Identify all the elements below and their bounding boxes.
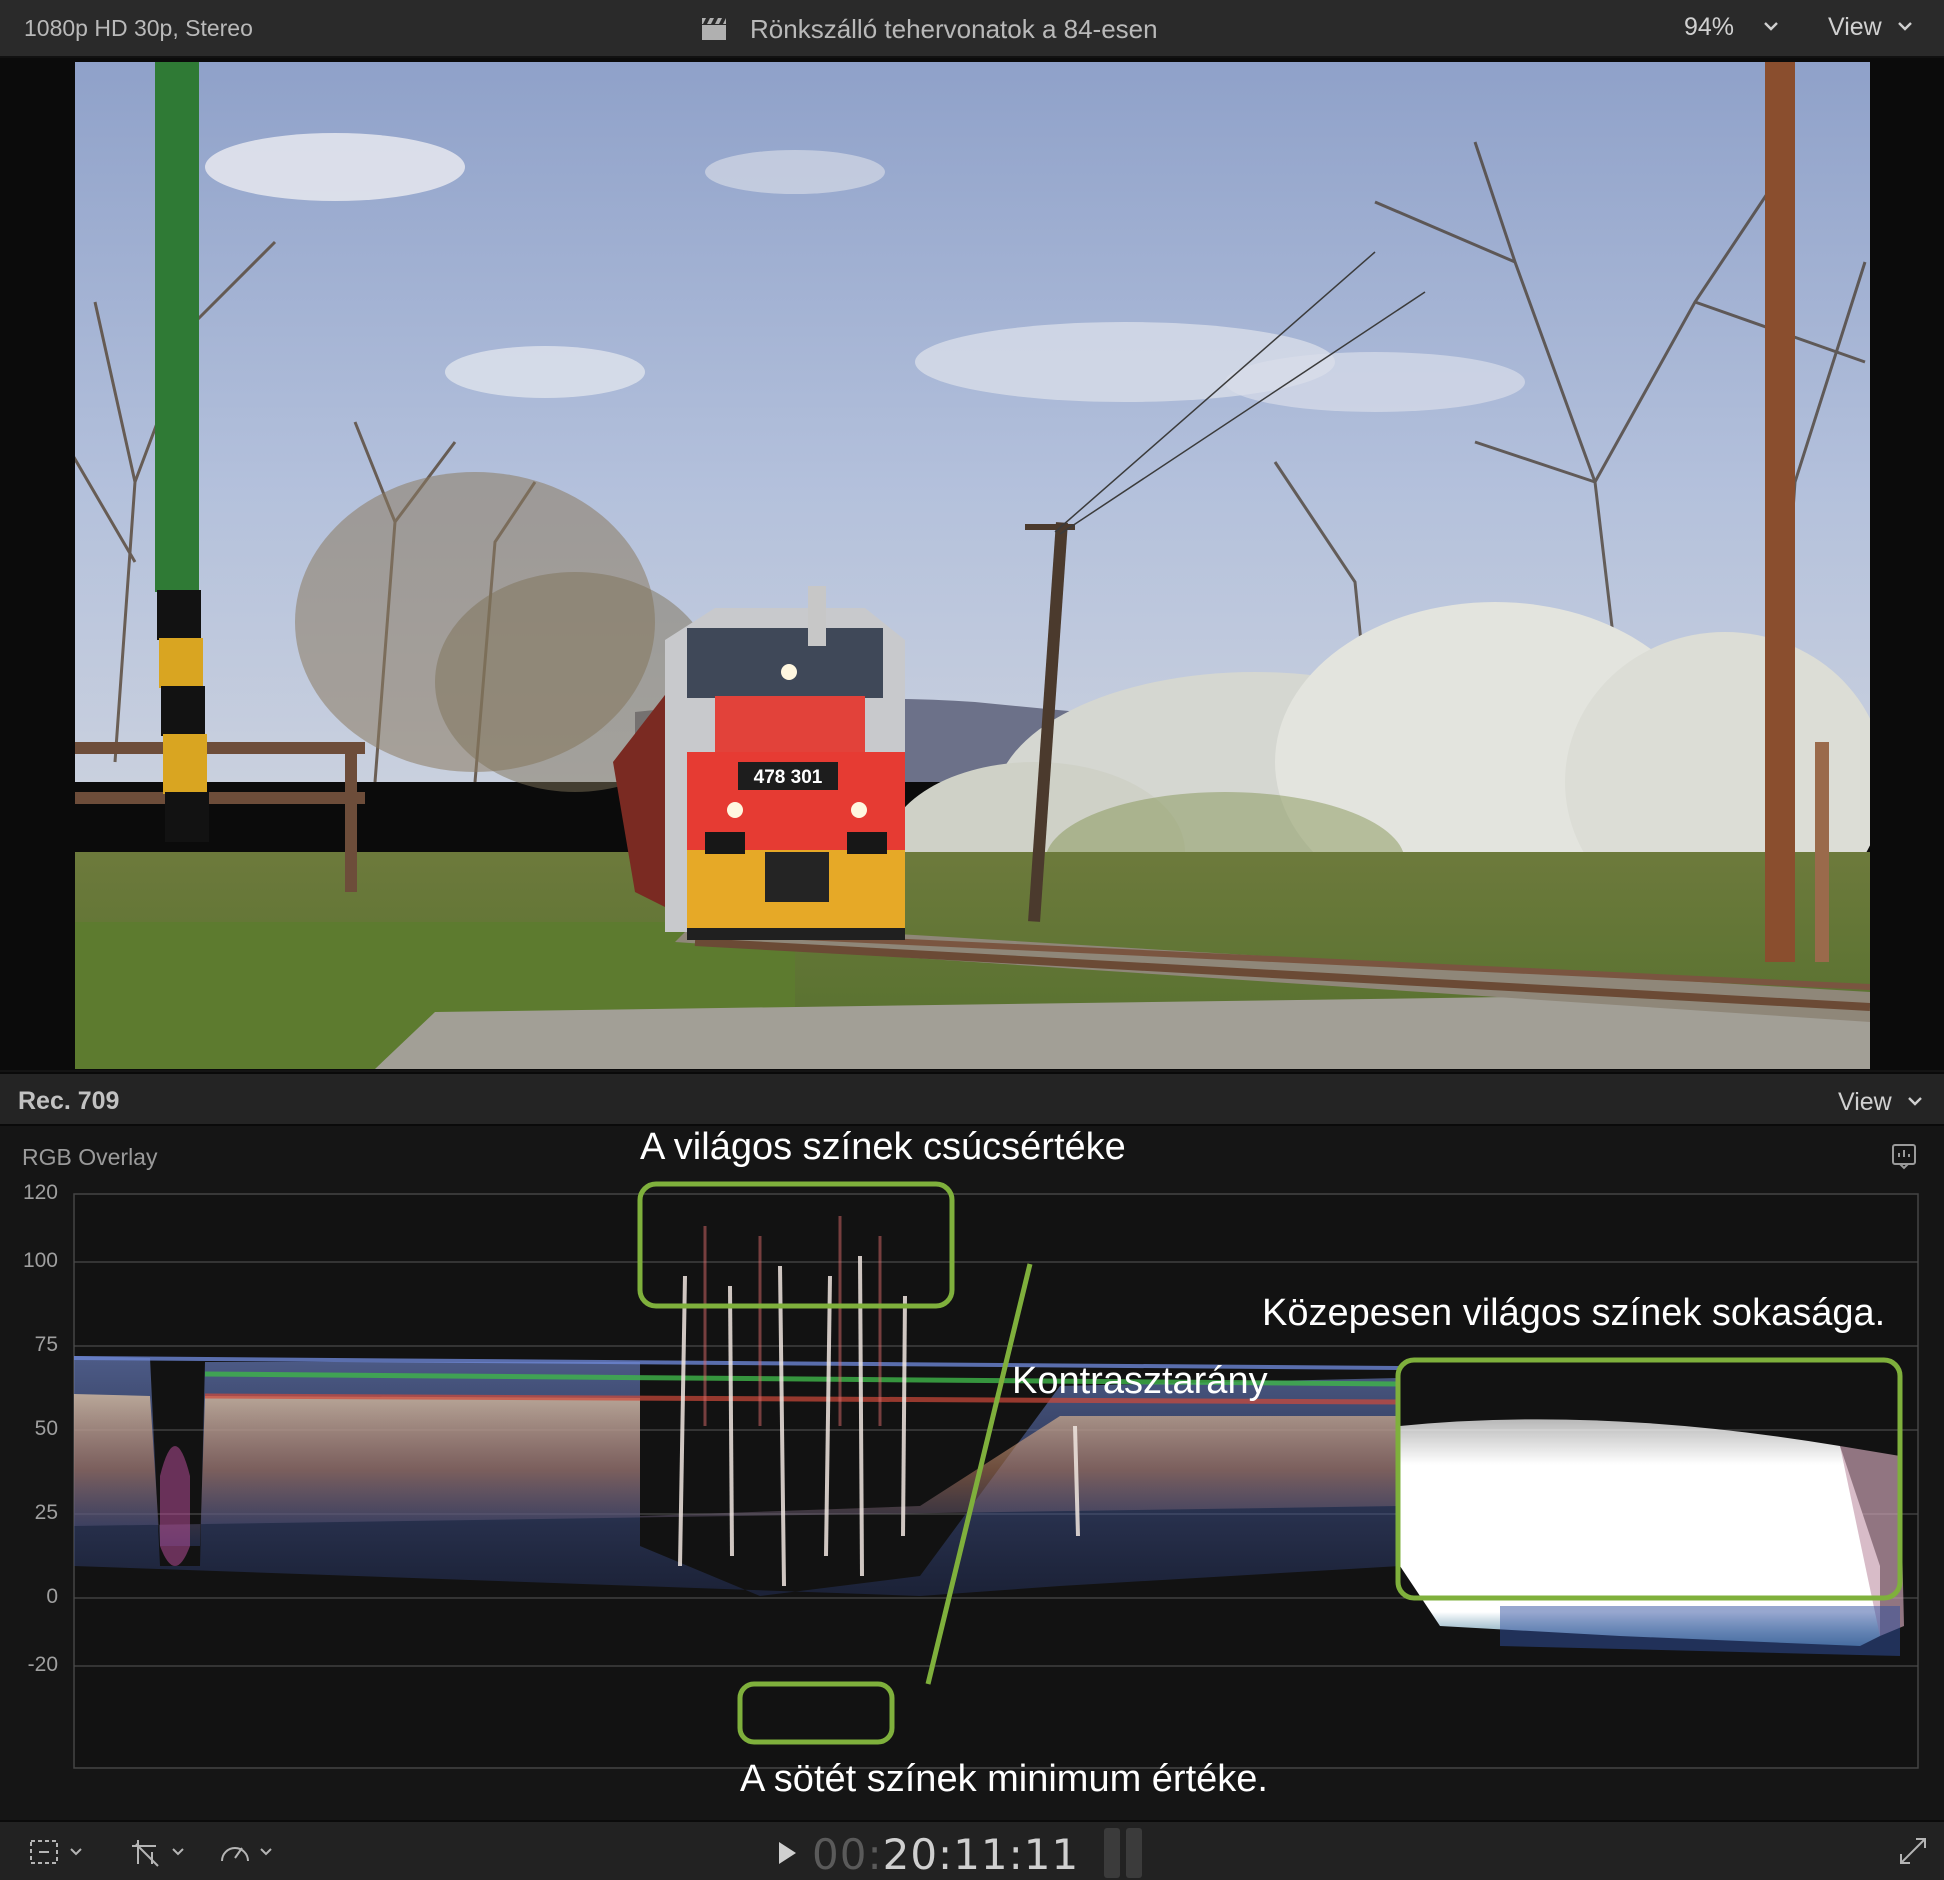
transform-crop-icon — [132, 1840, 159, 1867]
scale-label: 120 — [22, 1181, 58, 1204]
play-icon[interactable] — [776, 1840, 798, 1866]
chevron-down-icon — [70, 1848, 82, 1856]
chevron-down-icon[interactable] — [1896, 13, 1914, 41]
chevron-down-icon — [172, 1848, 184, 1856]
timecode-display[interactable]: 00:20:11:11 — [812, 1830, 1079, 1879]
annotation-midtones: Közepesen világos színek sokasága. — [1262, 1292, 1886, 1334]
train-scene-image: 478 301 — [75, 62, 1870, 1069]
transport-bar: 00:20:11:11 — [0, 1820, 1944, 1880]
waveform-scope: RGB Overlay 120 100 75 50 25 0 -20 A vil… — [0, 1126, 1944, 1820]
viewer-header: 1080p HD 30p, Stereo Rönkszálló tehervon… — [0, 0, 1944, 58]
timecode-hours: 00: — [812, 1830, 883, 1879]
chevron-down-icon — [260, 1848, 272, 1856]
locomotive: 478 301 — [665, 586, 905, 940]
clip-title-group: Rönkszálló tehervonatok a 84-esen — [700, 12, 1158, 46]
scale-label: 25 — [34, 1501, 58, 1524]
scale-label: 0 — [46, 1585, 58, 1608]
chevron-down-icon[interactable] — [1762, 13, 1780, 41]
fullscreen-icon[interactable] — [1898, 1836, 1928, 1866]
video-format-label: 1080p HD 30p, Stereo — [24, 15, 253, 41]
transform-tool-button[interactable] — [128, 1836, 186, 1868]
clapperboard-icon — [702, 18, 726, 40]
chevron-down-icon[interactable] — [1906, 1088, 1924, 1116]
frame-select-icon — [30, 1840, 58, 1864]
scope-view-menu[interactable]: View — [1838, 1088, 1892, 1117]
scale-label: 100 — [22, 1249, 58, 1272]
annotation-contrast: Kontrasztarány — [1012, 1360, 1268, 1402]
scale-label: -20 — [27, 1653, 58, 1676]
scope-settings-icon[interactable] — [1890, 1142, 1918, 1170]
locomotive-number: 478 301 — [754, 767, 823, 788]
audio-meter — [1104, 1828, 1148, 1878]
view-options-button[interactable] — [28, 1836, 84, 1868]
speedometer-icon — [221, 1847, 249, 1862]
scope-header: Rec. 709 View — [0, 1072, 1944, 1126]
video-frame[interactable]: 478 301 — [75, 62, 1870, 1069]
scope-mode-label: RGB Overlay — [22, 1144, 158, 1170]
clip-title: Rönkszálló tehervonatok a 84-esen — [750, 13, 1158, 44]
timecode-value: 20:11:11 — [882, 1830, 1080, 1879]
color-standard-label: Rec. 709 — [18, 1087, 120, 1115]
annotation-minimum: A sötét színek minimum értéke. — [740, 1758, 1268, 1800]
rgb-overlay-waveform — [73, 1181, 1919, 1769]
zoom-level[interactable]: 94% — [1684, 13, 1734, 42]
annotation-peak: A világos színek csúcsértéke — [640, 1126, 1126, 1168]
viewer-view-menu[interactable]: View — [1828, 13, 1882, 42]
retime-button[interactable] — [218, 1836, 274, 1868]
scale-label: 50 — [34, 1417, 58, 1440]
scale-label: 75 — [34, 1333, 58, 1356]
video-viewer[interactable]: 478 301 — [0, 58, 1944, 1070]
